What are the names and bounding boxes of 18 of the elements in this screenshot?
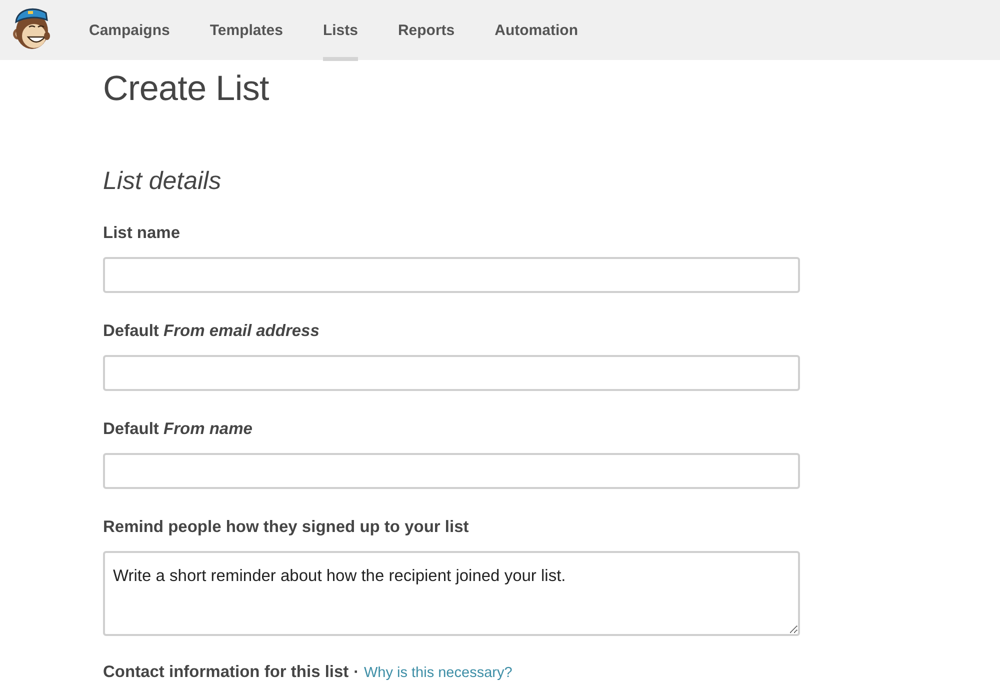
page-title: Create List [103,68,270,110]
field-label: Contact information for this list [103,663,349,682]
field-label: Default From name [103,419,254,440]
section-title: List details [103,166,222,196]
nav-tab[interactable]: Reports [398,0,455,60]
nav-tab[interactable]: Lists [322,0,358,60]
reminder-text-area[interactable]: Write a short reminder about how the recipient joined your list. [103,551,800,636]
nav-tab[interactable]: Automation [494,0,578,60]
field-label: List name [103,223,182,244]
input-field[interactable] [103,257,800,293]
nav-tab[interactable]: Templates [210,0,283,60]
help-link[interactable]: Why is this necessary? [364,665,512,681]
field-label: Default From email address [103,321,320,342]
field-label: Remind people how they signed up to your list [103,517,470,538]
input-field[interactable] [103,355,800,391]
input-field[interactable] [103,453,800,489]
nav-tab[interactable]: Campaigns [89,0,170,60]
separator-text: · [354,664,359,682]
